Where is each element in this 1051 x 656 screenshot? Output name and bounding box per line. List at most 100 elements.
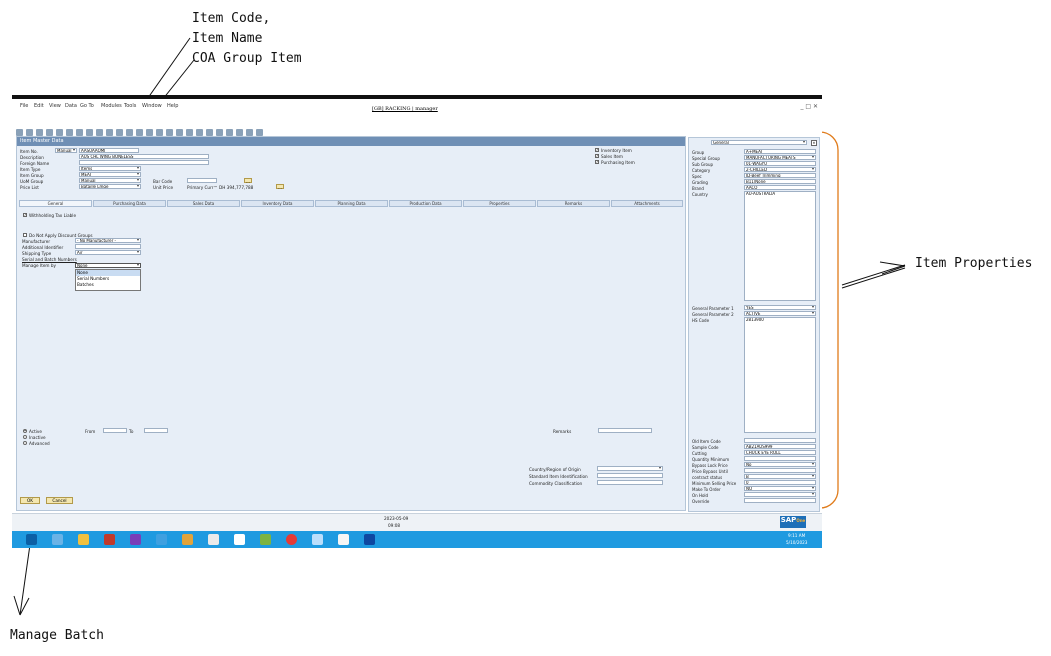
manage-item-by-select[interactable]: None — [75, 263, 141, 268]
menu-window[interactable]: Window — [142, 103, 162, 109]
tools-icon[interactable] — [182, 534, 193, 545]
active-radio[interactable]: • — [23, 429, 27, 433]
prop-value-quantity-minimum[interactable] — [744, 456, 816, 461]
first-record-icon[interactable] — [126, 129, 133, 136]
menu-goto[interactable]: Go To — [80, 103, 94, 109]
prop-value-make-to-order[interactable]: NO — [744, 486, 816, 491]
prop-value-cutting[interactable]: CHUCK EYE ROLL — [744, 450, 816, 455]
from-date-field[interactable] — [103, 428, 127, 433]
tab-planning-data[interactable]: Planning Data — [315, 200, 388, 207]
description-field[interactable]: AUS CHL WING BONELESS — [79, 154, 209, 159]
start-icon[interactable] — [26, 534, 37, 545]
purchasing-item-checkbox[interactable]: ✓ — [595, 160, 599, 164]
menu-view[interactable]: View — [49, 103, 61, 109]
tab-general[interactable]: General — [19, 200, 92, 207]
tab-production-data[interactable]: Production Data — [389, 200, 462, 207]
prop-value-price-bypass-until[interactable] — [744, 468, 816, 473]
item-group-select[interactable]: MEAT — [79, 172, 141, 177]
prop-value-override[interactable] — [744, 498, 816, 503]
next-record-icon[interactable] — [146, 129, 153, 136]
foreign-name-field[interactable] — [79, 160, 209, 165]
prop-value-sub-group[interactable]: 01-WAGYU — [744, 161, 816, 166]
tab-remarks[interactable]: Remarks — [537, 200, 610, 207]
properties-category-select[interactable]: General — [711, 140, 807, 145]
target-doc-icon[interactable] — [206, 129, 213, 136]
prop-value-old-item-code[interactable] — [744, 438, 816, 443]
pdf-icon[interactable] — [106, 129, 113, 136]
word-icon[interactable] — [86, 129, 93, 136]
gross-profit-icon[interactable] — [216, 129, 223, 136]
network-icon[interactable] — [260, 534, 271, 545]
advanced-radio[interactable] — [23, 441, 27, 445]
notepad-icon[interactable] — [234, 534, 245, 545]
layout-icon[interactable] — [226, 129, 233, 136]
prop-value-min-selling-price[interactable]: 0 — [744, 480, 816, 485]
menu-modules[interactable]: Modules — [101, 103, 122, 109]
prop-value-general-param-2[interactable]: ACTIVE — [744, 311, 816, 316]
country-origin-select[interactable] — [597, 466, 663, 471]
manufacturer-select[interactable]: - No Manufacturer - — [75, 238, 141, 243]
email-icon[interactable] — [56, 129, 63, 136]
explorer-icon[interactable] — [78, 534, 89, 545]
prop-value-category[interactable]: 2-CHILLED — [744, 167, 816, 172]
query-icon[interactable] — [246, 129, 253, 136]
sort-icon[interactable] — [186, 129, 193, 136]
prop-value-group[interactable]: A+MEAT — [744, 149, 816, 154]
price-list-select[interactable]: Bataille Lmge — [79, 184, 141, 189]
prop-value-hs-code[interactable]: 2813900 — [744, 317, 816, 433]
prop-value-special-group[interactable]: MANUFACTURING MEATS — [744, 155, 816, 160]
menu-edit[interactable]: Edit — [34, 103, 44, 109]
prop-value-brand[interactable]: AACO — [744, 185, 816, 190]
remarks-field[interactable] — [598, 428, 652, 433]
base-doc-icon[interactable] — [196, 129, 203, 136]
unit-price-browse-button[interactable]: … — [276, 184, 284, 190]
ok-button[interactable]: OK — [20, 497, 40, 504]
settings-icon[interactable] — [236, 129, 243, 136]
print-icon[interactable] — [26, 129, 33, 136]
visual-studio-icon[interactable] — [130, 534, 141, 545]
menu-help[interactable]: Help — [167, 103, 178, 109]
filter-icon[interactable] — [176, 129, 183, 136]
dropdown-option-batches[interactable]: Batches — [76, 282, 140, 288]
item-no-field[interactable]: AASUAAOMI — [79, 148, 139, 153]
sales-item-checkbox[interactable]: ✓ — [595, 154, 599, 158]
chrome-icon[interactable] — [286, 534, 297, 545]
notes-icon[interactable] — [338, 534, 349, 545]
tab-sales-data[interactable]: Sales Data — [167, 200, 240, 207]
prop-value-country[interactable]: AU-AUSTRALIA — [744, 191, 816, 301]
preview-icon[interactable] — [36, 129, 43, 136]
fax-icon[interactable] — [76, 129, 83, 136]
remote-desktop-icon[interactable] — [364, 534, 375, 545]
prop-value-grading[interactable]: B11|None — [744, 179, 816, 184]
help-icon[interactable] — [256, 129, 263, 136]
bar-code-field[interactable] — [187, 178, 217, 183]
item-type-select[interactable]: Items — [79, 166, 141, 171]
tab-attachments[interactable]: Attachments — [611, 200, 683, 207]
new-icon[interactable] — [16, 129, 23, 136]
additional-identifier-field[interactable] — [75, 244, 141, 249]
shipping-type-select[interactable]: Air — [75, 250, 141, 255]
tab-purchasing-data[interactable]: Purchasing Data — [93, 200, 166, 207]
menu-tools[interactable]: Tools — [124, 103, 136, 109]
sap-taskbar-icon[interactable] — [52, 534, 63, 545]
internet-explorer-icon[interactable] — [156, 534, 167, 545]
export-icon[interactable] — [46, 129, 53, 136]
tab-properties[interactable]: Properties — [463, 200, 536, 207]
standard-item-id-field[interactable] — [597, 473, 663, 478]
search-icon[interactable] — [312, 534, 323, 545]
previous-record-icon[interactable] — [136, 129, 143, 136]
no-discount-checkbox[interactable] — [23, 233, 27, 237]
uom-group-select[interactable]: Manual — [79, 178, 141, 183]
prop-value-spec[interactable]: JD-Beef Trimming — [744, 173, 816, 178]
item-no-series-select[interactable]: Manual — [55, 148, 77, 153]
prop-value-contract-status[interactable]: B — [744, 474, 816, 479]
prop-value-bypass-lock-price[interactable]: No — [744, 462, 816, 467]
excel-icon[interactable] — [96, 129, 103, 136]
menu-data[interactable]: Data — [65, 103, 77, 109]
tab-inventory-data[interactable]: Inventory Data — [241, 200, 314, 207]
last-record-icon[interactable] — [156, 129, 163, 136]
document-icon[interactable] — [208, 534, 219, 545]
menu-file[interactable]: File — [20, 103, 28, 109]
sms-icon[interactable] — [66, 129, 73, 136]
media-icon[interactable] — [104, 534, 115, 545]
